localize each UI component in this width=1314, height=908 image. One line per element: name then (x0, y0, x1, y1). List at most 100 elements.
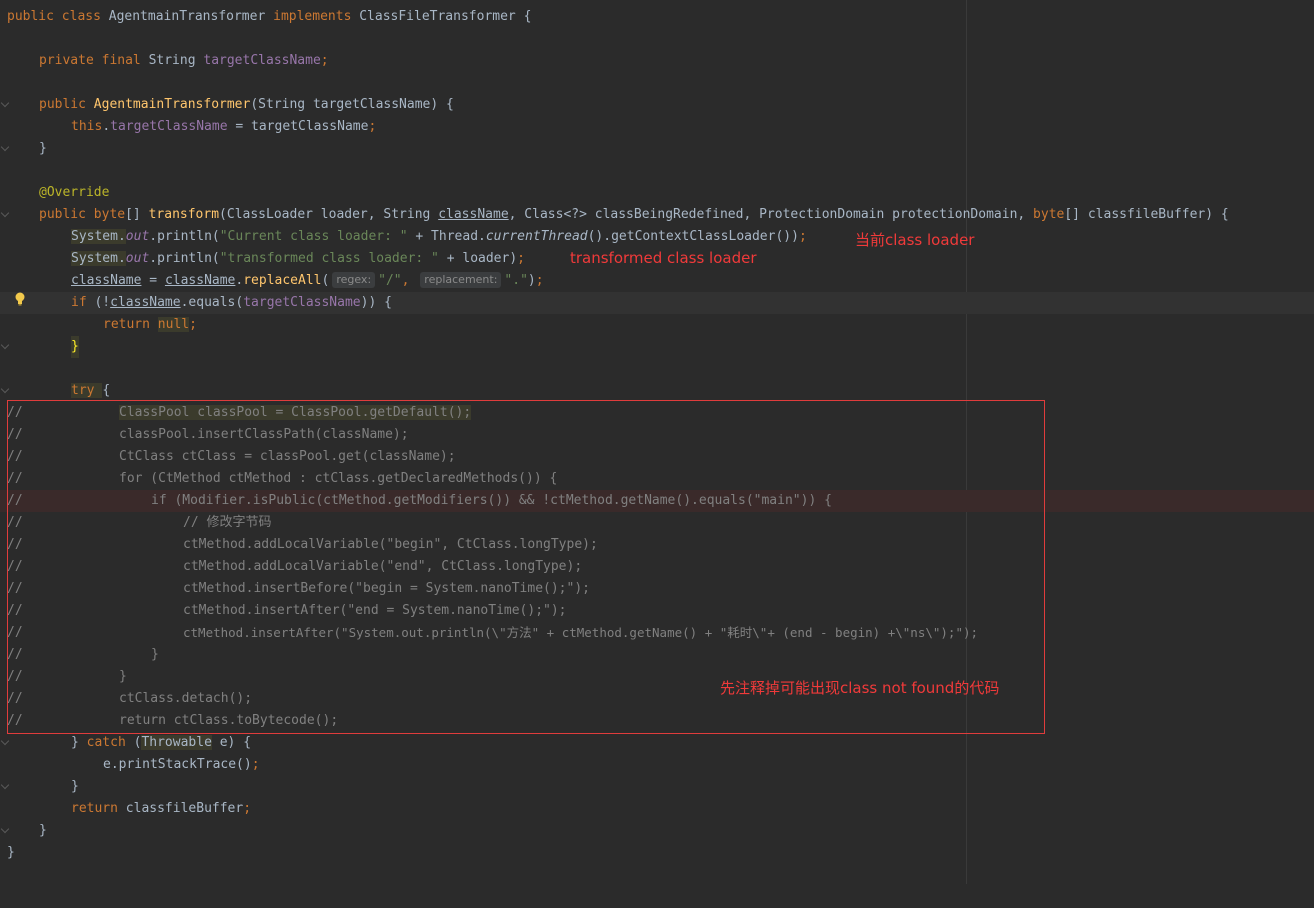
punct: , (401, 273, 418, 288)
static-field: out (125, 229, 150, 244)
text: .println( (149, 251, 220, 266)
kw: return (103, 317, 158, 332)
text: )) { (360, 295, 392, 310)
punct: ; (798, 229, 807, 244)
class-name: AgentmainTransformer (108, 9, 274, 24)
code-line-5[interactable]: public AgentmainTransformer(String targe… (0, 94, 1314, 116)
string: "transformed class loader: " (219, 251, 439, 266)
code-line-38[interactable]: } (0, 820, 1314, 842)
text: .equals( (180, 295, 244, 310)
code-line-39[interactable]: } (0, 842, 1314, 864)
punct: ; (368, 119, 377, 134)
note-transformed-class-loader: transformed class loader (570, 249, 757, 267)
param: className (164, 273, 236, 288)
note-commented-out: 先注释掉可能出现class not found的代码 (720, 679, 1000, 697)
text: } (7, 845, 15, 860)
kw: catch (86, 735, 134, 750)
note-current-class-loader: 当前class loader (855, 231, 975, 249)
code-line-15[interactable]: return null; (0, 314, 1314, 336)
static-method: currentThread (485, 229, 588, 244)
kw: byte (93, 207, 126, 222)
code-line-13[interactable]: className = className.replaceAll(regex: "… (0, 270, 1314, 292)
punct: ; (517, 251, 525, 266)
lightbulb-icon[interactable] (14, 292, 26, 306)
brace: } (71, 336, 79, 358)
code-line-37[interactable]: return classfileBuffer; (0, 798, 1314, 820)
kw: public class (7, 9, 109, 24)
kw: byte (1033, 207, 1065, 222)
kw: this (71, 119, 103, 134)
text: } (71, 779, 79, 794)
code-line-3[interactable]: private final String targetClassName; (0, 50, 1314, 72)
text: } (39, 823, 47, 838)
static-field: out (125, 251, 150, 266)
code-line-36[interactable]: } (0, 776, 1314, 798)
code-line-1[interactable]: public class AgentmainTransformer implem… (0, 6, 1314, 28)
field: targetClassName (243, 295, 361, 310)
string: "." (504, 273, 528, 288)
params: (String targetClassName) { (250, 97, 454, 112)
text: } (71, 735, 87, 750)
constructor-name: AgentmainTransformer (93, 97, 251, 112)
string: "Current class loader: " (219, 229, 408, 244)
kw: if (71, 295, 95, 310)
param: className (438, 207, 509, 222)
code-line-9[interactable]: @Override (0, 182, 1314, 204)
text: [] classfileBuffer) { (1064, 207, 1229, 222)
annotation: @Override (39, 185, 110, 200)
param-hint: regex: (332, 272, 376, 288)
punct: ; (189, 317, 197, 332)
code-line-14[interactable]: if (!className.equals(targetClassName)) … (0, 292, 1314, 314)
text: classfileBuffer (125, 801, 244, 816)
method-name: replaceAll (243, 273, 322, 288)
code-line-7[interactable]: } (0, 138, 1314, 160)
text: System. (71, 251, 126, 266)
text: + loader) (438, 251, 518, 266)
kw: implements (273, 9, 360, 24)
kw: null (157, 317, 190, 332)
kw: public (39, 207, 94, 222)
param: className (71, 273, 142, 288)
text: e.printStackTrace() (103, 757, 252, 772)
kw: public (39, 97, 94, 112)
text: ( (321, 273, 330, 288)
text: , Class<?> classBeingRedefined, Protecti… (508, 207, 1034, 222)
interface-name: ClassFileTransformer { (359, 9, 532, 24)
code-line-11[interactable]: System.out.println("Current class loader… (0, 226, 1314, 248)
text: ().getContextClassLoader()) (587, 229, 799, 244)
field: targetClassName (110, 119, 228, 134)
kw: try (71, 383, 103, 398)
text: .println( (149, 229, 220, 244)
punct: ; (320, 53, 329, 68)
code-line-6[interactable]: this.targetClassName = targetClassName; (0, 116, 1314, 138)
text: = targetClassName (227, 119, 369, 134)
text: System. (71, 229, 126, 244)
code-line-10[interactable]: public byte[] transform(ClassLoader load… (0, 204, 1314, 226)
code-line-16[interactable]: } (0, 336, 1314, 358)
code-line-35[interactable]: e.printStackTrace(); (0, 754, 1314, 776)
text: (! (94, 295, 111, 310)
punct: . (102, 119, 111, 134)
text: [] (125, 207, 149, 222)
type: Throwable (141, 735, 212, 750)
text: e) { (211, 735, 252, 750)
code-line-18[interactable]: try { (0, 380, 1314, 402)
text: { (102, 383, 111, 398)
kw: private final (39, 53, 149, 68)
text: = (141, 273, 165, 288)
type: String (148, 53, 204, 68)
param-hint: replacement: (420, 272, 502, 288)
field: targetClassName (203, 53, 321, 68)
method-name: transform (148, 207, 220, 222)
string: "/" (378, 273, 402, 288)
code-editor[interactable]: public class AgentmainTransformer implem… (0, 0, 1314, 884)
text: + Thread. (407, 229, 486, 244)
text: ) (527, 273, 536, 288)
param: className (110, 295, 181, 310)
text: } (39, 141, 47, 156)
text: (ClassLoader loader, String (219, 207, 439, 222)
code-line-34[interactable]: } catch (Throwable e) { (0, 732, 1314, 754)
kw: return (71, 801, 126, 816)
punct: ; (251, 757, 260, 772)
punct: ; (535, 273, 544, 288)
